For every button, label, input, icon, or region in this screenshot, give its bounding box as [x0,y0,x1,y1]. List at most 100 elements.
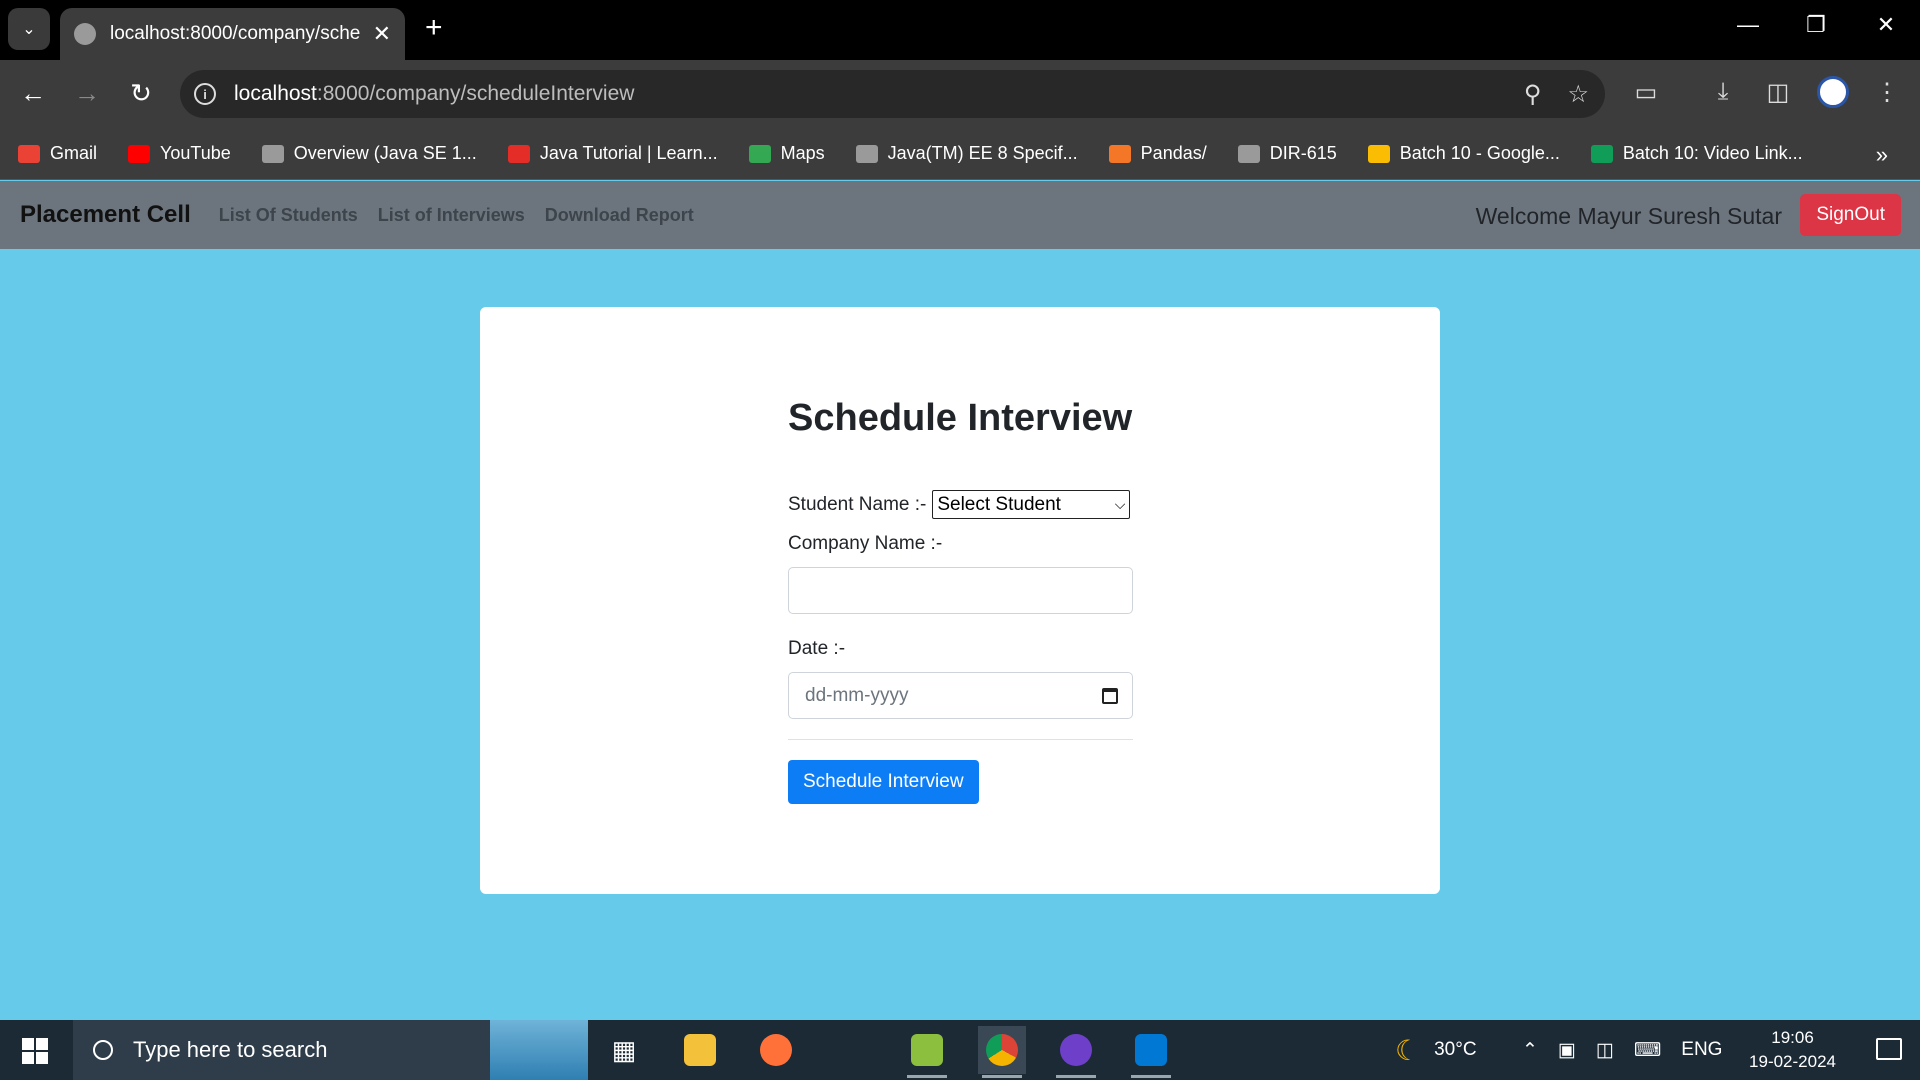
bookmark-label: Gmail [50,143,98,163]
new-tab-button[interactable]: + [425,10,443,46]
windows-taskbar: Type here to search ▦ ☾ 30°C ⌃ ▣ ◫ ⌨ ENG… [0,1020,1920,1080]
date-label: Date :- [788,638,846,659]
globe-icon [1237,144,1260,163]
search-icon [93,1040,113,1060]
student-name-label: Student Name :- [788,493,927,515]
nav-link-students[interactable]: List Of Students [219,205,358,226]
company-name-label: Company Name :- [788,533,943,554]
company-name-input[interactable] [788,567,1133,614]
clock[interactable]: 19:06 19-02-2024 [1749,1026,1836,1074]
bookmark-item[interactable]: YouTube [128,143,231,164]
side-panel-icon[interactable]: ◫ [1761,78,1795,107]
bookmark-label: Java Tutorial | Learn... [539,143,718,163]
globe-icon [855,144,878,163]
minimize-icon[interactable]: — [1728,12,1768,38]
weather-widget[interactable]: ☾ 30°C [1395,1020,1477,1080]
schedule-interview-form: Schedule Interview Student Name :- Selec… [788,397,1133,804]
signout-button[interactable]: SignOut [1800,194,1901,236]
globe-icon [261,144,284,163]
forward-icon[interactable]: → [70,78,104,108]
github-desktop-icon[interactable] [1052,1026,1100,1078]
app-navbar: Placement Cell List Of Students List of … [0,181,1920,249]
bookmark-item[interactable]: DIR-615 [1237,143,1337,164]
meet-icon[interactable]: ◫ [1596,1039,1614,1062]
system-tray: ⌃ ▣ ◫ ⌨ ENG [1522,1020,1722,1080]
bookmark-label: YouTube [160,143,231,163]
menu-icon[interactable]: ⋮ [1870,78,1904,107]
back-icon[interactable]: ← [16,78,50,108]
student-select[interactable]: Select Student ⌵ [932,490,1131,519]
schedule-interview-button[interactable]: Schedule Interview [788,760,979,804]
tab-search-button[interactable]: ⌄ [8,8,50,50]
chevron-up-icon[interactable]: ⌃ [1522,1039,1538,1062]
terminal-app-icon[interactable] [903,1026,951,1078]
bookmark-item[interactable]: Overview (Java SE 1... [261,143,477,164]
tab-title: localhost:8000/company/scheduleInterview [110,23,361,44]
welcome-text: Welcome Mayur Suresh Sutar [1475,203,1782,229]
close-tab-icon[interactable]: ✕ [373,21,391,47]
vscode-icon[interactable] [1127,1026,1175,1078]
bookmarks-bar: Gmail YouTube Overview (Java SE 1... Java T… [0,128,1920,180]
clock-time: 19:06 [1771,1028,1814,1047]
bookmark-item[interactable]: Batch 10: Video Link... [1590,143,1803,164]
chevron-down-icon: ⌄ [22,21,36,38]
bookmark-label: Maps [780,143,825,163]
bookmark-item[interactable]: Maps [748,143,825,164]
windows-start-icon[interactable] [22,1038,48,1064]
bookmark-item[interactable]: Batch 10 - Google... [1367,143,1560,164]
nav-link-interviews[interactable]: List of Interviews [378,205,525,226]
date-placeholder: dd-mm-yyyy [805,684,909,706]
nav-link-download-report[interactable]: Download Report [545,205,694,226]
bookmark-item[interactable]: Gmail [18,143,97,164]
taskbar-search[interactable]: Type here to search [73,1020,588,1080]
divider [788,739,1133,740]
notification-icon[interactable] [1876,1038,1902,1060]
page-title: Schedule Interview [788,397,1133,439]
bookmark-item[interactable]: Java Tutorial | Learn... [507,143,718,164]
zoom-icon[interactable]: ⚲ [1524,80,1542,109]
gmail-icon [18,144,40,163]
student-select-value: Select Student [937,493,1061,515]
bookmark-label: Batch 10: Video Link... [1622,143,1803,163]
bookmark-item[interactable]: Pandas/ [1108,143,1207,164]
chrome-icon[interactable] [978,1026,1026,1078]
active-tab[interactable]: localhost:8000/company/scheduleInterview… [60,8,405,60]
download-icon[interactable]: ⤓ [1706,78,1740,106]
brand[interactable]: Placement Cell [20,201,191,229]
moon-icon: ☾ [1395,1034,1421,1066]
bookmark-item[interactable]: Java(TM) EE 8 Specif... [855,143,1078,164]
reload-icon[interactable]: ↻ [124,78,158,108]
youtube-icon [128,144,151,163]
jupyter-icon [1108,144,1131,163]
globe-icon [74,23,96,45]
weather-temp: 30°C [1434,1039,1477,1060]
calendar-icon[interactable] [1102,687,1118,704]
more-bookmarks-icon[interactable]: » [1876,142,1888,168]
firefox-icon[interactable] [752,1026,800,1074]
keyboard-icon[interactable]: ⌨ [1634,1039,1661,1062]
taskbar-search-placeholder: Type here to search [133,1037,328,1062]
tutorial-icon [507,144,530,163]
network-icon[interactable]: ▣ [1558,1039,1576,1062]
close-window-icon[interactable]: ✕ [1866,12,1906,38]
tab-strip: ⌄ localhost:8000/company/scheduleIntervi… [0,0,1920,60]
bookmark-label: Java(TM) EE 8 Specif... [887,143,1078,163]
student-row: Student Name :- Select Student ⌵ [788,490,1133,519]
restore-icon[interactable]: ❐ [1796,12,1836,38]
extensions-icon[interactable]: ▭ [1629,78,1663,107]
site-info-icon[interactable]: i [194,83,216,105]
language-indicator[interactable]: ENG [1681,1039,1722,1061]
url-text[interactable]: localhost:8000/company/scheduleInterview [234,82,634,106]
form-card: Schedule Interview Student Name :- Selec… [480,307,1440,894]
bookmark-label: Pandas/ [1140,143,1207,163]
chevron-down-icon: ⌵ [1114,496,1126,512]
address-bar[interactable]: i localhost:8000/company/scheduleIntervi… [180,70,1605,118]
profile-avatar[interactable] [1817,76,1849,108]
bookmark-label: Batch 10 - Google... [1399,143,1560,163]
clock-date: 19-02-2024 [1749,1052,1836,1071]
date-input[interactable]: dd-mm-yyyy [788,672,1133,719]
file-explorer-icon[interactable] [676,1026,724,1074]
bookmark-star-icon[interactable]: ☆ [1567,80,1589,109]
task-view-icon[interactable]: ▦ [600,1026,648,1074]
browser-toolbar: ← → ↻ i localhost:8000/company/scheduleI… [0,60,1920,128]
